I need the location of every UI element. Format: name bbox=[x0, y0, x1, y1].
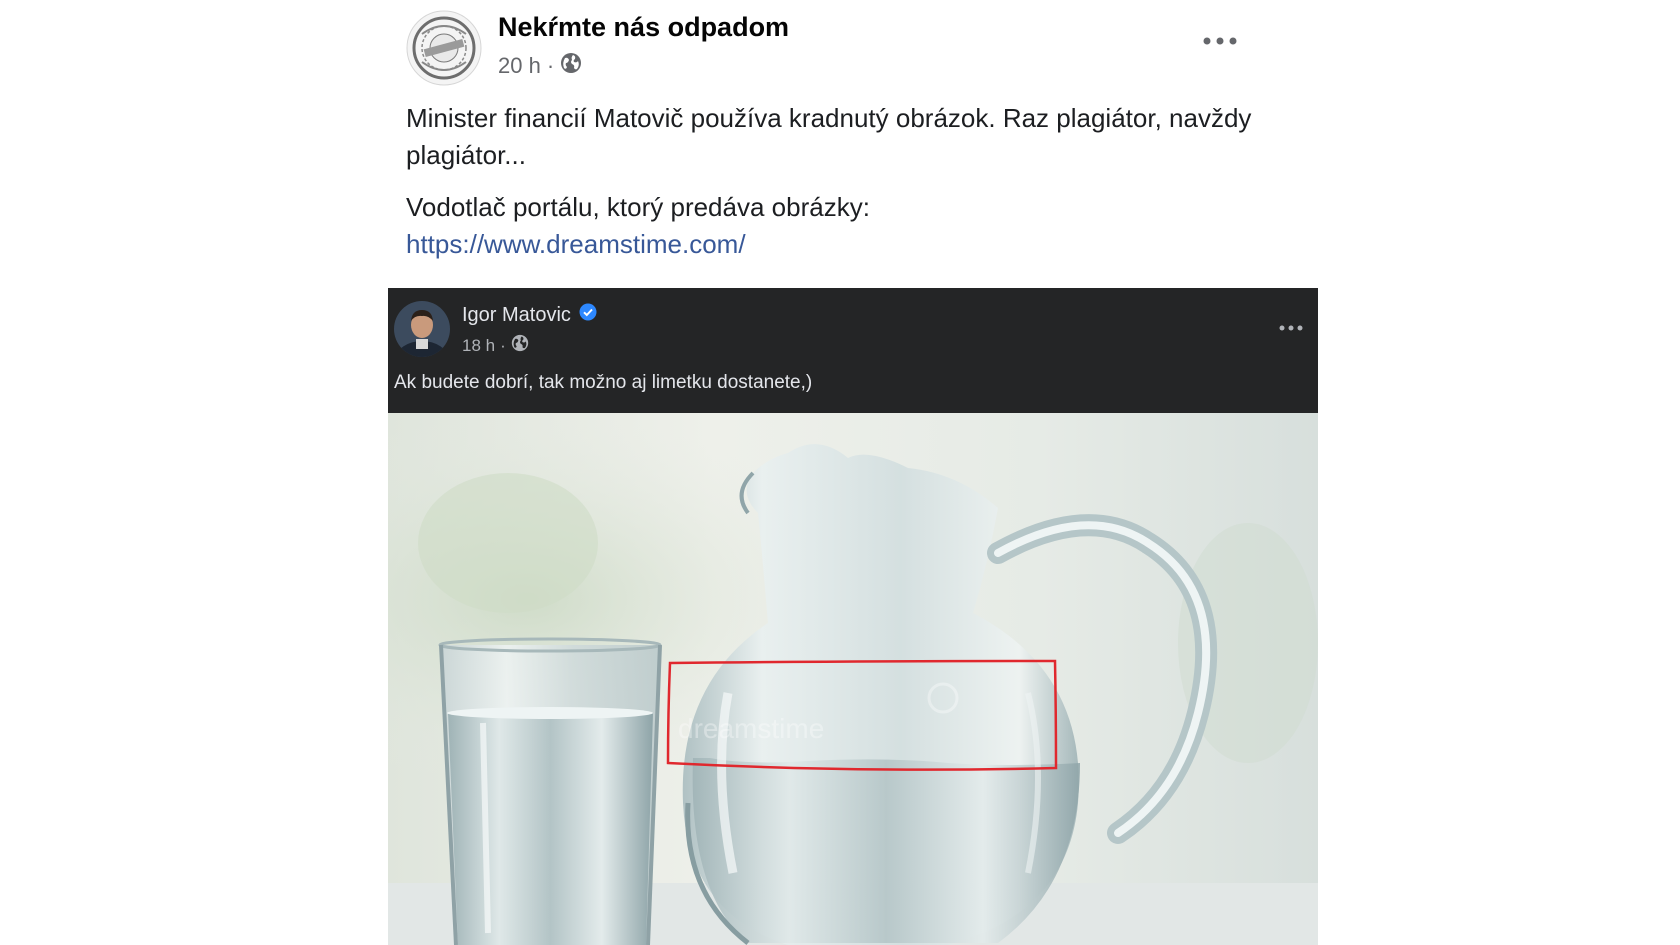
shared-meta-separator: · bbox=[500, 335, 506, 355]
globe-icon bbox=[511, 334, 529, 357]
post-meta: 20 h · bbox=[498, 52, 582, 80]
verified-badge-icon bbox=[579, 303, 597, 327]
glass-shape bbox=[438, 637, 662, 945]
author-name-row: Igor Matovic bbox=[462, 303, 597, 327]
author-avatar[interactable] bbox=[394, 301, 450, 357]
more-options-icon bbox=[1203, 37, 1237, 45]
more-options-icon bbox=[1279, 325, 1303, 331]
post-text-line2-text: Vodotlač portálu, ktorý predáva obrázky: bbox=[406, 192, 870, 222]
watermark-text: dreamstime bbox=[678, 713, 824, 744]
author-photo-icon bbox=[394, 301, 450, 357]
page-avatar[interactable] bbox=[406, 10, 482, 86]
shared-screenshot[interactable]: Igor Matovic 18 h · Ak budete dobrí, tak… bbox=[388, 288, 1318, 945]
shared-timestamp[interactable]: 18 h bbox=[462, 336, 495, 356]
shared-more-options-button[interactable] bbox=[1276, 318, 1306, 338]
shared-post-header: Igor Matovic 18 h · Ak budete dobrí, tak… bbox=[388, 288, 1318, 413]
stamp-logo-icon bbox=[406, 10, 482, 86]
dreamstime-link[interactable]: https://www.dreamstime.com/ bbox=[406, 229, 746, 259]
shared-post-meta: 18 h · bbox=[462, 334, 529, 357]
post-timestamp[interactable]: 20 h bbox=[498, 53, 541, 79]
post-text-line1: Minister financií Matovič používa kradnu… bbox=[406, 103, 1252, 170]
globe-icon bbox=[560, 52, 582, 80]
post-text-line2: Vodotlač portálu, ktorý predáva obrázky:… bbox=[406, 189, 1256, 263]
shared-post-text: Ak budete dobrí, tak možno aj limetku do… bbox=[394, 372, 813, 393]
more-options-button[interactable] bbox=[1200, 26, 1240, 56]
meta-separator: · bbox=[546, 53, 555, 78]
facebook-post: Nekŕmte nás odpadom 20 h · Minister fina… bbox=[388, 0, 1322, 945]
water-pitcher-and-glass-photo[interactable]: dreamstime bbox=[388, 413, 1318, 945]
post-body: Minister financií Matovič používa kradnu… bbox=[406, 100, 1256, 278]
page-name-link[interactable]: Nekŕmte nás odpadom bbox=[498, 12, 789, 43]
author-name-link[interactable]: Igor Matovic bbox=[462, 304, 571, 327]
